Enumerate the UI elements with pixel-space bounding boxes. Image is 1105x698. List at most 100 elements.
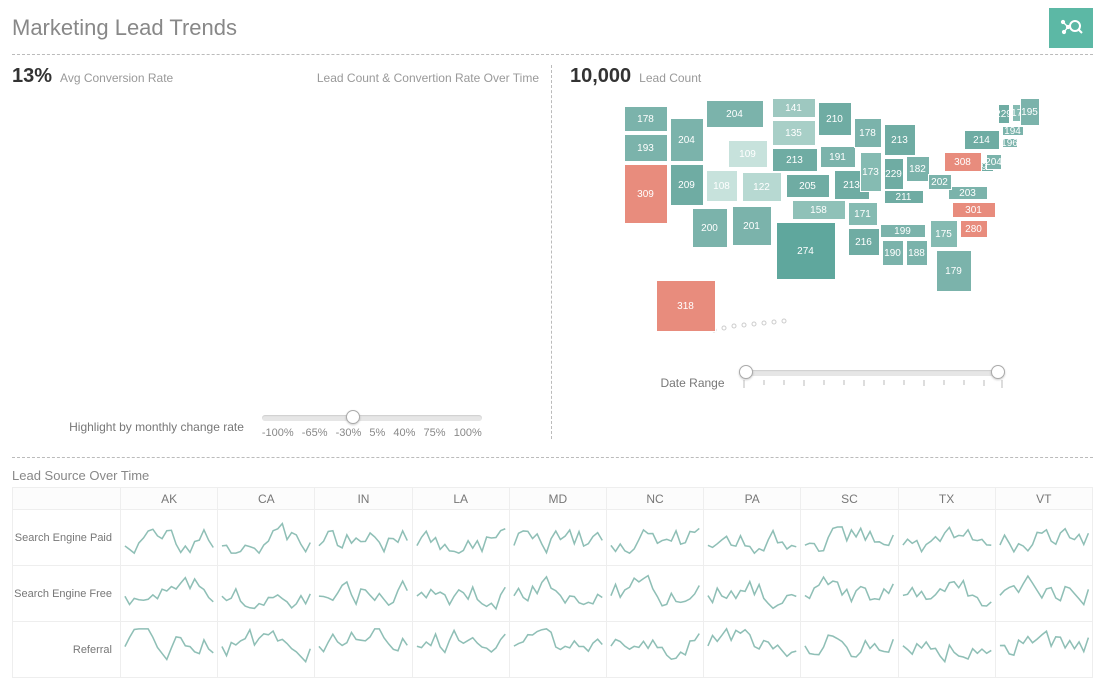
state-PA[interactable]: 308 <box>944 152 982 172</box>
state-CT[interactable]: 196 <box>1002 138 1018 148</box>
sparkline-cell[interactable] <box>121 510 218 566</box>
state-NV[interactable]: 209 <box>670 164 704 206</box>
col-TX[interactable]: TX <box>898 488 995 510</box>
change-rate-slider-handle[interactable] <box>346 410 360 424</box>
state-KS[interactable]: 205 <box>786 174 830 198</box>
sparkline-cell[interactable] <box>218 566 315 622</box>
state-WV[interactable]: 202 <box>928 174 952 190</box>
date-range-handle-start[interactable] <box>739 365 753 379</box>
state-AZ[interactable]: 200 <box>692 208 728 248</box>
state-OH[interactable]: 182 <box>906 156 930 182</box>
map-islands-decoration <box>708 308 828 338</box>
state-SD[interactable]: 135 <box>772 120 816 146</box>
state-NC[interactable]: 301 <box>952 202 996 218</box>
state-MN[interactable]: 210 <box>818 102 852 136</box>
state-NY[interactable]: 214 <box>964 130 1000 150</box>
state-LA[interactable]: 216 <box>848 228 880 256</box>
state-MS[interactable]: 190 <box>882 240 904 266</box>
lead-conversion-chart[interactable] <box>12 98 539 403</box>
state-AR[interactable]: 171 <box>848 202 878 226</box>
state-MT[interactable]: 204 <box>706 100 764 128</box>
scatter-lens-icon <box>1059 17 1083 39</box>
sparkline-cell[interactable] <box>315 622 412 678</box>
state-SC[interactable]: 280 <box>960 220 988 238</box>
state-NJ[interactable]: 204 <box>986 154 1002 170</box>
state-AL[interactable]: 188 <box>906 240 928 266</box>
slider-tick: 40% <box>393 427 415 439</box>
state-MI[interactable]: 213 <box>884 124 916 156</box>
state-TX[interactable]: 274 <box>776 222 836 280</box>
col-LA[interactable]: LA <box>412 488 509 510</box>
state-NE[interactable]: 213 <box>772 148 818 172</box>
change-rate-slider[interactable]: -100%-65%-30%5%40%75%100% <box>262 415 482 439</box>
state-KY[interactable]: 211 <box>884 190 924 204</box>
sparkline-cell[interactable] <box>412 566 509 622</box>
state-WA[interactable]: 178 <box>624 106 668 132</box>
state-IA[interactable]: 191 <box>820 146 856 168</box>
lead-count-value: 10,000 <box>570 65 631 88</box>
date-range-handle-end[interactable] <box>991 365 1005 379</box>
state-ND[interactable]: 141 <box>772 98 816 118</box>
state-NH[interactable]: 229 <box>998 104 1010 124</box>
state-IN[interactable]: 229 <box>884 158 904 190</box>
state-VA[interactable]: 203 <box>948 186 988 200</box>
sparkline-cell[interactable] <box>509 510 606 566</box>
sparkline-cell[interactable] <box>801 510 898 566</box>
state-NM[interactable]: 201 <box>732 206 772 246</box>
lead-source-grid: AKCAINLAMDNCPASCTXVTSearch Engine PaidSe… <box>12 487 1093 678</box>
sparkline-cell[interactable] <box>509 622 606 678</box>
sparkline-cell[interactable] <box>218 510 315 566</box>
sparkline-cell[interactable] <box>801 622 898 678</box>
sparkline-cell[interactable] <box>898 510 995 566</box>
analyze-button[interactable] <box>1049 8 1093 48</box>
col-CA[interactable]: CA <box>218 488 315 510</box>
slider-tick: -100% <box>262 427 294 439</box>
sparkline-cell[interactable] <box>704 622 801 678</box>
state-WI[interactable]: 178 <box>854 118 882 148</box>
us-lead-map[interactable]: 3181781933092092041082002041091222011411… <box>612 98 1052 358</box>
sparkline-cell[interactable] <box>606 510 703 566</box>
col-PA[interactable]: PA <box>704 488 801 510</box>
sparkline-cell[interactable] <box>315 510 412 566</box>
panel-lead-map: 10,000 Lead Count 3181781933092092041082… <box>552 65 1093 439</box>
sparkline-cell[interactable] <box>898 622 995 678</box>
state-GA[interactable]: 175 <box>930 220 958 248</box>
state-CO[interactable]: 122 <box>742 172 782 202</box>
sparkline-cell[interactable] <box>704 510 801 566</box>
sparkline-cell[interactable] <box>412 622 509 678</box>
sparkline-cell[interactable] <box>218 622 315 678</box>
sparkline-cell[interactable] <box>509 566 606 622</box>
col-AK[interactable]: AK <box>121 488 218 510</box>
state-ID[interactable]: 204 <box>670 118 704 162</box>
col-VT[interactable]: VT <box>995 488 1092 510</box>
sparkline-cell[interactable] <box>898 566 995 622</box>
col-MD[interactable]: MD <box>509 488 606 510</box>
state-OK[interactable]: 158 <box>792 200 846 220</box>
avg-conversion-label: Avg Conversion Rate <box>60 71 173 85</box>
state-FL[interactable]: 179 <box>936 250 972 292</box>
date-range-slider[interactable] <box>743 370 1003 395</box>
state-IL[interactable]: 173 <box>860 152 882 192</box>
sparkline-cell[interactable] <box>995 510 1092 566</box>
col-SC[interactable]: SC <box>801 488 898 510</box>
col-NC[interactable]: NC <box>606 488 703 510</box>
sparkline-cell[interactable] <box>995 566 1092 622</box>
state-TN[interactable]: 199 <box>880 224 926 238</box>
sparkline-cell[interactable] <box>801 566 898 622</box>
state-MA[interactable]: 194 <box>1002 126 1024 136</box>
state-UT[interactable]: 108 <box>706 170 738 202</box>
sparkline-cell[interactable] <box>121 566 218 622</box>
sparkline-cell[interactable] <box>704 566 801 622</box>
sparkline-cell[interactable] <box>412 510 509 566</box>
state-ME[interactable]: 195 <box>1020 98 1040 126</box>
state-OR[interactable]: 193 <box>624 134 668 162</box>
sparkline-cell[interactable] <box>995 622 1092 678</box>
col-IN[interactable]: IN <box>315 488 412 510</box>
sparkline-cell[interactable] <box>606 622 703 678</box>
state-CA[interactable]: 309 <box>624 164 668 224</box>
state-AK[interactable]: 318 <box>656 280 716 332</box>
sparkline-cell[interactable] <box>121 622 218 678</box>
state-WY[interactable]: 109 <box>728 140 768 168</box>
sparkline-cell[interactable] <box>606 566 703 622</box>
sparkline-cell[interactable] <box>315 566 412 622</box>
